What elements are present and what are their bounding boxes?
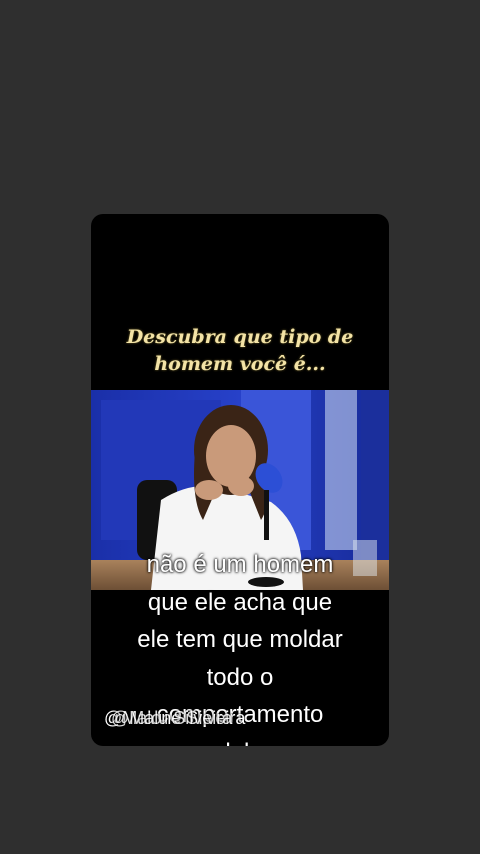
caption-line: dela xyxy=(91,734,389,747)
creator-watermark-overlay: @Malu Silveira xyxy=(111,708,233,728)
title-line-2: homem você é... xyxy=(154,353,326,375)
caption-line: ele tem que moldar xyxy=(137,626,343,653)
caption-line: todo o xyxy=(206,663,274,691)
video-card[interactable]: Descubra que tipo de homem você é... não… xyxy=(91,214,389,746)
title-line-1: Descubra que tipo de xyxy=(126,326,354,348)
caption-line: que ele acha que xyxy=(147,588,333,616)
caption-line: não é um homem xyxy=(146,551,334,578)
video-title-overlay: Descubra que tipo de homem você é... xyxy=(91,324,389,378)
